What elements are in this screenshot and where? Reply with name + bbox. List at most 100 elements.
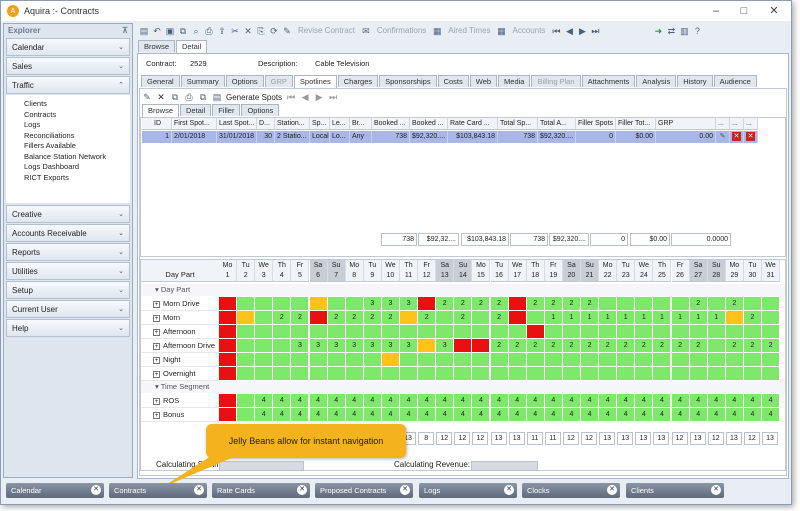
jelly-bean-cell[interactable] — [255, 353, 273, 366]
spot-col-header[interactable]: ID — [152, 118, 172, 129]
jelly-bean-cell[interactable]: 4 — [707, 408, 725, 421]
jelly-bean-cell[interactable] — [237, 408, 255, 421]
jelly-bean-cell[interactable]: 4 — [472, 408, 490, 421]
calendar-day-header[interactable]: We 31 — [762, 260, 781, 282]
detail-tab-7[interactable]: Costs — [437, 75, 469, 87]
jelly-bean-cell[interactable]: 4 — [526, 394, 544, 407]
jelly-bean-cell[interactable]: 2 — [689, 297, 707, 310]
jelly-bean-cell[interactable] — [363, 325, 381, 338]
calendar-row-label[interactable]: + Afternoon Drive — [141, 339, 219, 353]
next-spot-icon[interactable]: ▶ — [314, 92, 324, 102]
jelly-bean-cell[interactable] — [725, 367, 743, 380]
help-icon[interactable]: ? — [692, 26, 702, 36]
jelly-bean-cell[interactable]: 4 — [418, 408, 436, 421]
jelly-bean-cell[interactable] — [418, 353, 436, 366]
jelly-bean-cell[interactable] — [762, 311, 780, 324]
spot-col-header[interactable]: ... — [716, 118, 730, 129]
jelly-bean-cell[interactable]: 4 — [400, 394, 418, 407]
jelly-bean-cell[interactable]: 4 — [454, 408, 472, 421]
jelly-bean-cell[interactable] — [219, 311, 237, 324]
jelly-bean-cell[interactable]: 2 — [581, 339, 599, 352]
jelly-bean-cell[interactable] — [309, 297, 327, 310]
jelly-bean-cell[interactable]: 4 — [599, 394, 617, 407]
calendar-day-header[interactable]: Mo 1 — [219, 260, 238, 282]
jelly-bean-cell[interactable] — [454, 339, 472, 352]
calendar-day-header[interactable]: We 17 — [508, 260, 527, 282]
jelly-bean-cell[interactable] — [237, 311, 255, 324]
accounts-button[interactable]: Accounts — [513, 26, 546, 35]
calendar-day-header[interactable]: Fr 12 — [418, 260, 437, 282]
spot-col-header[interactable]: ... — [730, 118, 744, 129]
jelly-bean-cell[interactable]: 3 — [381, 339, 399, 352]
calendar-day-header[interactable]: Tu 23 — [617, 260, 636, 282]
calendar-day-header[interactable]: Tu 30 — [743, 260, 762, 282]
jelly-bean-cell[interactable]: 1 — [562, 311, 580, 324]
jelly-bean-cell[interactable] — [743, 297, 761, 310]
spot-col-header[interactable]: Total A... — [538, 118, 576, 129]
first-icon[interactable]: ⏮ — [551, 26, 561, 36]
jelly-bean-cell[interactable]: 4 — [291, 394, 309, 407]
jelly-bean-tab[interactable]: Calendar ✕ — [6, 483, 104, 498]
detail-tab-3[interactable]: GRP — [264, 75, 293, 87]
nav-item-contracts[interactable]: Contracts — [24, 110, 130, 121]
jelly-bean-cell[interactable] — [400, 367, 418, 380]
spot-col-header[interactable]: Br... — [350, 118, 372, 129]
jelly-bean-cell[interactable] — [635, 325, 653, 338]
jelly-bean-cell[interactable] — [255, 339, 273, 352]
jelly-bean-cell[interactable] — [671, 297, 689, 310]
confirm-icon[interactable]: ✉ — [361, 26, 371, 36]
jelly-bean-cell[interactable] — [671, 325, 689, 338]
jelly-bean-cell[interactable] — [291, 297, 309, 310]
jelly-bean-cell[interactable] — [562, 367, 580, 380]
jelly-bean-cell[interactable]: 3 — [327, 339, 345, 352]
jelly-bean-cell[interactable] — [599, 367, 617, 380]
save-icon[interactable]: ▣ — [165, 26, 175, 36]
jelly-bean-cell[interactable]: 4 — [255, 394, 273, 407]
jelly-bean-cell[interactable] — [219, 353, 237, 366]
jelly-bean-cell[interactable]: 4 — [327, 394, 345, 407]
first-spot-icon[interactable]: ⏮ — [286, 92, 296, 102]
jelly-bean-cell[interactable] — [725, 353, 743, 366]
delete-icon[interactable]: ✕ — [243, 26, 253, 36]
jelly-bean-cell[interactable]: 2 — [526, 339, 544, 352]
calendar-day-header[interactable]: Sa 27 — [689, 260, 708, 282]
jelly-bean-cell[interactable] — [436, 311, 454, 324]
jelly-bean-cell[interactable]: 4 — [526, 408, 544, 421]
jelly-bean-cell[interactable]: 4 — [345, 394, 363, 407]
jelly-bean-cell[interactable]: 2 — [544, 297, 562, 310]
nav-section-3[interactable]: Utilities ⌄ — [6, 262, 130, 280]
jelly-bean-cell[interactable] — [219, 325, 237, 338]
jelly-bean-cell[interactable] — [219, 408, 237, 421]
jelly-bean-cell[interactable] — [544, 367, 562, 380]
spot-col-header[interactable]: ... — [744, 118, 758, 129]
jelly-bean-cell[interactable] — [381, 325, 399, 338]
copy-spot-icon[interactable]: ⧉ — [170, 92, 180, 102]
jelly-bean-cell[interactable] — [345, 325, 363, 338]
jelly-bean-cell[interactable]: 3 — [291, 339, 309, 352]
jelly-bean-cell[interactable] — [526, 325, 544, 338]
jelly-bean-cell[interactable] — [725, 325, 743, 338]
detail-tab-0[interactable]: General — [141, 75, 180, 87]
tab-detail[interactable]: Detail — [176, 40, 208, 53]
last-spot-icon[interactable]: ⏭ — [328, 92, 338, 102]
jelly-bean-cell[interactable] — [599, 325, 617, 338]
accounts-icon[interactable]: ▦ — [497, 26, 507, 36]
spot-col-header[interactable]: Booked ... — [410, 118, 448, 129]
jelly-bean-cell[interactable] — [237, 325, 255, 338]
jelly-bean-cell[interactable] — [472, 353, 490, 366]
cut-icon[interactable]: ✂ — [230, 26, 240, 36]
jelly-bean-cell[interactable] — [653, 325, 671, 338]
calendar-row-label[interactable]: + Morn — [141, 311, 219, 325]
jelly-bean-cell[interactable]: 4 — [762, 394, 780, 407]
calendar-day-header[interactable]: Sa 6 — [309, 260, 328, 282]
spot-col-header[interactable]: GRP — [656, 118, 716, 129]
jelly-bean-cell[interactable] — [237, 297, 255, 310]
jelly-bean-cell[interactable] — [381, 367, 399, 380]
copy-icon[interactable]: ⧉ — [178, 26, 188, 36]
nav-item-logs-dashboard[interactable]: Logs Dashboard — [24, 162, 130, 173]
table-row[interactable]: 1 2/01/2018 31/01/2018 30 2 Statio... Local Lo… — [142, 131, 758, 143]
jelly-bean-cell[interactable]: 3 — [309, 339, 327, 352]
close-window-button[interactable]: ✕ — [767, 4, 781, 18]
nav-section-0[interactable]: Creative ⌄ — [6, 205, 130, 223]
jelly-bean-cell[interactable]: 2 — [544, 339, 562, 352]
